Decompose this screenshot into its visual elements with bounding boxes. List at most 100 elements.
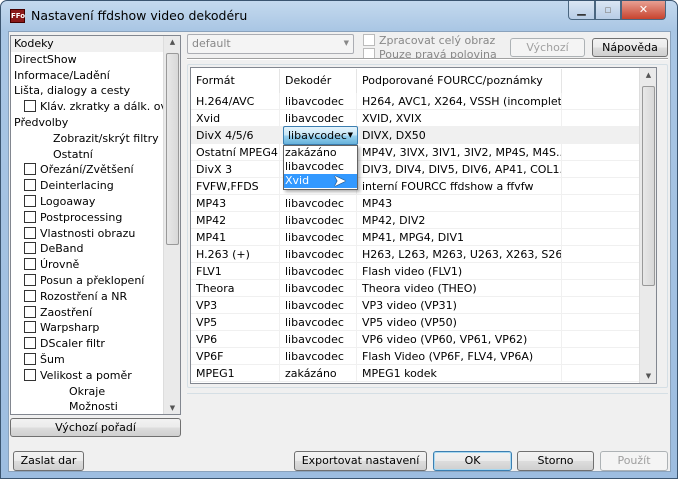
table-row[interactable]: VP5 libavcodec VP5 video (VP50) bbox=[191, 314, 640, 331]
table-row[interactable]: FLV1 libavcodec Flash video (FLV1) bbox=[191, 263, 640, 280]
maximize-button[interactable]: ▫ bbox=[595, 1, 621, 20]
scroll-up-icon[interactable]: ▲ bbox=[164, 38, 180, 46]
apply-button[interactable]: Použít bbox=[600, 451, 668, 471]
table-row[interactable]: DivX 3libavcodecDIV3, DIV4, DIV5, DIV6, … bbox=[191, 161, 640, 178]
table-row[interactable]: Ostatní MPEG4libavcodecMP4V, 3IVX, 3IV1,… bbox=[191, 144, 640, 161]
table-row[interactable]: DivX 4/5/6 libavcodec DIVX, DX50 bbox=[191, 127, 640, 144]
close-button[interactable]: ✕ bbox=[621, 1, 666, 20]
checkbox-icon[interactable] bbox=[24, 305, 36, 318]
decoder-cell[interactable]: libavcodec bbox=[280, 348, 357, 365]
minimize-button[interactable]: ▁ bbox=[568, 1, 595, 20]
decoder-cell[interactable]: libavcodec bbox=[280, 314, 357, 331]
tree-item[interactable]: Okraje bbox=[69, 384, 105, 400]
decoder-cell[interactable]: libavcodec bbox=[280, 331, 357, 348]
format-cell: H.264/AVC bbox=[191, 93, 280, 110]
cancel-button[interactable]: Storno bbox=[517, 451, 594, 471]
table-row[interactable]: VP3 libavcodec VP3 video (VP31) bbox=[191, 297, 640, 314]
table-row[interactable]: MP42 libavcodec MP42, DIV2 bbox=[191, 212, 640, 229]
tree-item[interactable]: Zaostření bbox=[24, 305, 92, 321]
checkbox-icon[interactable] bbox=[24, 179, 36, 192]
decoder-cell[interactable]: libavcodec bbox=[280, 195, 357, 212]
decoder-cell[interactable]: zakázáno bbox=[280, 365, 357, 382]
tree-item[interactable]: Deinterlacing bbox=[24, 178, 114, 194]
checkbox-icon[interactable] bbox=[24, 258, 36, 271]
table-row[interactable]: MP43 libavcodec MP43 bbox=[191, 195, 640, 212]
checkbox-icon[interactable] bbox=[24, 226, 36, 239]
table-row[interactable]: VP6 libavcodec VP6 video (VP60, VP61, VP62… bbox=[191, 331, 640, 348]
scroll-down-icon[interactable]: ▼ bbox=[640, 372, 656, 380]
scroll-thumb[interactable] bbox=[642, 86, 655, 286]
tree-item[interactable]: Možnosti bbox=[69, 399, 118, 414]
tree-item[interactable]: Logoaway bbox=[24, 194, 95, 210]
table-row[interactable]: VP6F libavcodec Flash Video (VP6F, FLV4, V… bbox=[191, 348, 640, 365]
checkbox-icon[interactable] bbox=[24, 289, 36, 302]
checkbox-icon[interactable] bbox=[24, 163, 36, 176]
tree-item[interactable]: Ořezání/Zvětšení bbox=[24, 162, 134, 178]
table-row[interactable]: Theora libavcodec Theora video (THEO) bbox=[191, 280, 640, 297]
decoder-cell[interactable]: libavcodec bbox=[280, 93, 357, 110]
decoder-option[interactable]: zakázáno bbox=[284, 146, 357, 160]
table-scrollbar[interactable]: ▲ ▼ bbox=[639, 68, 656, 383]
scroll-down-icon[interactable]: ▼ bbox=[164, 404, 180, 412]
tree-item[interactable]: DeBand bbox=[24, 241, 83, 257]
checkbox-icon[interactable] bbox=[24, 337, 36, 350]
tree-item[interactable]: Ostatní bbox=[53, 147, 93, 163]
checkbox-icon[interactable] bbox=[24, 368, 36, 381]
scroll-thumb[interactable] bbox=[166, 53, 179, 245]
tree-item[interactable]: Lišta, dialogy a cesty bbox=[14, 83, 130, 99]
decoder-cell[interactable]: libavcodec bbox=[280, 212, 357, 229]
tree-item[interactable]: DScaler filtr bbox=[24, 336, 105, 352]
tree-scrollbar[interactable]: ▲ ▼ bbox=[163, 36, 180, 414]
checkbox-icon[interactable] bbox=[24, 210, 36, 223]
default-button[interactable]: Výchozí bbox=[510, 38, 585, 57]
whole-image-checkbox[interactable]: Zpracovat celý obraz bbox=[363, 34, 495, 47]
scroll-up-icon[interactable]: ▲ bbox=[640, 71, 656, 79]
header-format[interactable]: Formát bbox=[191, 69, 280, 93]
tree-item[interactable]: DirectShow bbox=[14, 52, 77, 68]
decoder-cell[interactable]: libavcodec bbox=[280, 229, 357, 246]
tree-item[interactable]: Zobrazit/skrýt filtry bbox=[53, 131, 159, 147]
tree-item[interactable]: Předvolby bbox=[14, 115, 68, 131]
checkbox-icon[interactable] bbox=[24, 242, 36, 255]
table-row[interactable]: MP41 libavcodec MP41, MPG4, DIV1 bbox=[191, 229, 640, 246]
checkbox-icon[interactable] bbox=[24, 195, 36, 207]
header-fourcc[interactable]: Podporované FOURCC/poznámky bbox=[357, 69, 562, 93]
decoder-cell[interactable]: libavcodec bbox=[280, 110, 357, 127]
export-settings-button[interactable]: Exportovat nastavení bbox=[294, 451, 427, 471]
tree-item[interactable]: Warpsharp bbox=[24, 320, 99, 336]
table-row[interactable]: Xvid libavcodec XVID, XVIX bbox=[191, 110, 640, 127]
checkbox-icon[interactable] bbox=[24, 100, 36, 113]
decoder-select[interactable]: libavcodec ▼ bbox=[283, 126, 358, 145]
checkbox-icon[interactable] bbox=[24, 321, 36, 334]
table-row[interactable]: FVFW,FFDSlibavcodecinterní FOURCC ffdsho… bbox=[191, 178, 640, 195]
tree-item[interactable]: Šum bbox=[24, 352, 65, 368]
table-row[interactable]: MPEG1 zakázáno MPEG1 kodek bbox=[191, 365, 640, 382]
table-row[interactable]: H.263 (+) libavcodec H263, L263, M263, U26… bbox=[191, 246, 640, 263]
tree-item[interactable]: Úrovně bbox=[24, 257, 79, 273]
default-order-button[interactable]: Výchozí pořadí bbox=[10, 418, 181, 437]
tree-item[interactable]: Kodeky bbox=[11, 36, 165, 52]
ok-button[interactable]: OK bbox=[433, 451, 512, 471]
decoder-dropdown-list: zakázáno libavcodec Xvid bbox=[283, 145, 358, 190]
donate-button[interactable]: Zaslat dar bbox=[13, 451, 84, 471]
decoder-cell[interactable]: libavcodec bbox=[280, 280, 357, 297]
tree-item[interactable]: Postprocessing bbox=[24, 210, 122, 226]
tree-item[interactable]: Velikost a poměr bbox=[24, 368, 132, 384]
preset-select[interactable]: default ▼ bbox=[187, 34, 354, 54]
help-button[interactable]: Nápověda bbox=[592, 38, 668, 57]
checkbox-icon[interactable] bbox=[24, 353, 36, 365]
decoder-cell[interactable]: libavcodec bbox=[280, 246, 357, 263]
tree-item[interactable]: Rozostření a NR bbox=[24, 289, 127, 305]
header-decoder[interactable]: Dekodér bbox=[280, 69, 357, 93]
section-tree[interactable]: Kodeky DirectShow Informace/Ladění Lišta, d… bbox=[10, 35, 181, 415]
decoder-cell[interactable]: libavcodec bbox=[280, 263, 357, 280]
checkbox-icon[interactable] bbox=[24, 274, 36, 286]
tree-item[interactable]: Kláv. zkratky a dálk. ovládání bbox=[24, 99, 180, 115]
tree-item-label: Předvolby bbox=[14, 116, 69, 129]
tree-item[interactable]: Informace/Ladění bbox=[14, 68, 110, 84]
tree-item[interactable]: Posun a překlopení bbox=[24, 273, 144, 289]
decoder-cell[interactable]: libavcodec bbox=[280, 297, 357, 314]
header-empty bbox=[562, 69, 640, 93]
table-row[interactable]: H.264/AVC libavcodec H264, AVC1, X264, VSS… bbox=[191, 93, 640, 110]
tree-item[interactable]: Vlastnosti obrazu bbox=[24, 226, 135, 242]
